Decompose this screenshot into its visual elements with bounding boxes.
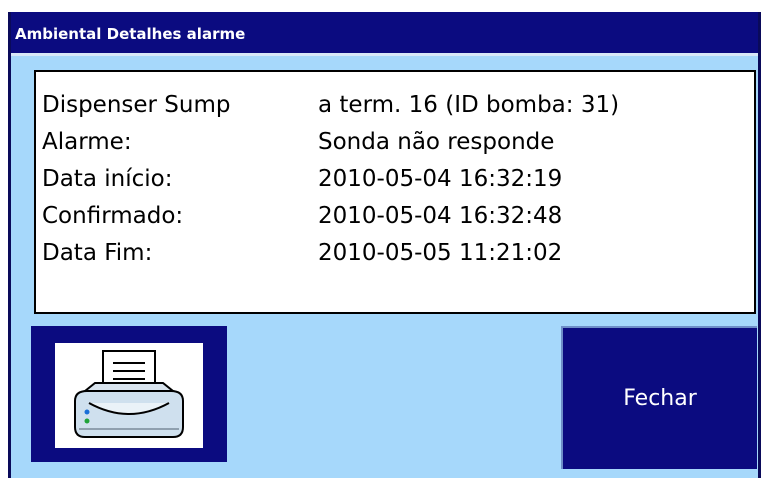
close-button[interactable]: Fechar: [561, 326, 757, 469]
print-button[interactable]: [31, 326, 227, 462]
detail-value: Sonda não responde: [318, 128, 555, 155]
detail-label: Confirmado:: [42, 202, 184, 229]
detail-label: Dispenser Sump: [42, 91, 231, 118]
detail-row-start-date: Data início: 2010-05-04 16:32:19: [42, 160, 754, 197]
detail-row-sensor: Dispenser Sump a term. 16 (ID bomba: 31): [42, 86, 754, 123]
detail-row-confirmed: Confirmado: 2010-05-04 16:32:48: [42, 197, 754, 234]
window-title: Ambiental Detalhes alarme: [11, 12, 758, 56]
alarm-details-window: Ambiental Detalhes alarme Dispenser Sump…: [8, 12, 761, 478]
detail-value: 2010-05-04 16:32:48: [318, 202, 563, 229]
detail-label: Alarme:: [42, 128, 132, 155]
detail-row-end-date: Data Fim: 2010-05-05 11:21:02: [42, 234, 754, 271]
detail-value: 2010-05-05 11:21:02: [318, 239, 563, 266]
detail-row-alarm: Alarme: Sonda não responde: [42, 123, 754, 160]
detail-label: Data início:: [42, 165, 173, 192]
alarm-details-panel: Dispenser Sump a term. 16 (ID bomba: 31)…: [34, 70, 756, 314]
detail-value: 2010-05-04 16:32:19: [318, 165, 563, 192]
printer-icon: [55, 343, 203, 448]
detail-value: a term. 16 (ID bomba: 31): [318, 91, 620, 118]
detail-label: Data Fim:: [42, 239, 153, 266]
